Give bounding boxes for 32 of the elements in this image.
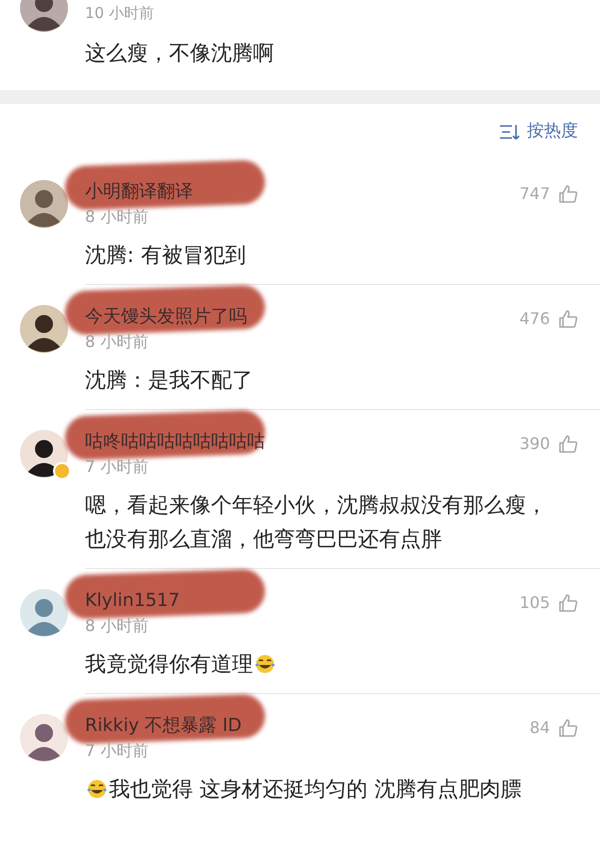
thumbs-up-icon (558, 184, 578, 204)
comment-time: 7 小时前 (85, 740, 150, 762)
thumbs-up-icon (558, 309, 578, 329)
username[interactable]: 小明翻译翻译 (85, 180, 520, 202)
username[interactable]: Klylin1517 (85, 590, 520, 612)
like-button[interactable]: 105 (519, 591, 578, 615)
comment-time: 8 小时前 (85, 330, 150, 352)
comment-text: 沈腾: 有被冒犯到 (85, 242, 247, 269)
comment-text: 沈腾：是我不配了 (85, 367, 254, 394)
like-button[interactable]: 84 (530, 716, 578, 740)
comment-text: 嗯，看起来像个年轻小伙，沈腾叔叔没有那么瘦，也没有那么直溜，他弯弯巴巴还有点胖 (85, 492, 548, 553)
username[interactable]: Rikkiy 不想暴露 ID (85, 714, 530, 736)
comment-text: 我竟觉得你有道理 (85, 647, 563, 681)
avatar[interactable] (20, 305, 68, 353)
thumbs-up-icon (558, 434, 578, 454)
tears-of-joy-emoji-icon (254, 653, 276, 675)
thumbs-up-icon (558, 593, 578, 613)
comment-time: 7 小时前 (85, 456, 150, 478)
comment-time: 8 小时前 (85, 614, 150, 636)
thumbs-up-icon (558, 718, 578, 738)
avatar[interactable] (20, 180, 68, 228)
like-button[interactable]: 390 (519, 432, 578, 456)
comment-time: 10 小时前 (85, 2, 154, 24)
comment-time: 8 小时前 (85, 206, 150, 228)
username[interactable]: 今天馒头发照片了吗 (85, 306, 520, 328)
tears-of-joy-emoji-icon (86, 778, 108, 800)
like-button[interactable]: 747 (519, 182, 578, 206)
comment-text: 这么瘦，不像沈腾啊 (84, 40, 275, 67)
sort-button[interactable]: 按热度 (499, 119, 578, 145)
like-button[interactable]: 476 (519, 307, 578, 331)
sort-icon (499, 124, 521, 140)
comment-text: 我也觉得 这身材还挺均匀的 沈腾有点肥肉膘 (85, 772, 563, 806)
